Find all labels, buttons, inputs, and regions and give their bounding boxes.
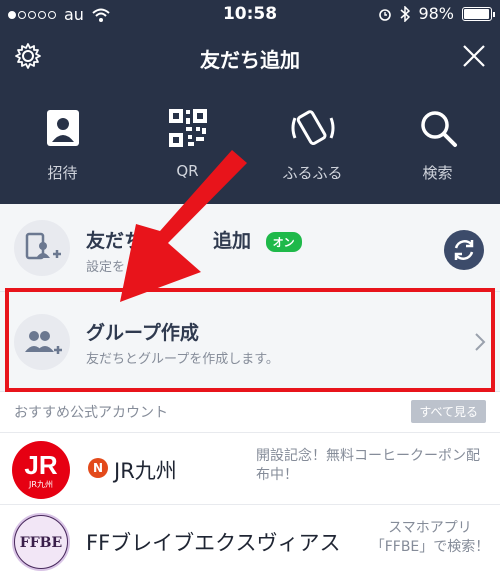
status-bar: au 10:58 98% xyxy=(0,0,500,28)
page-title: 友だち追加 xyxy=(200,48,300,72)
ffbe-logo: FFBE xyxy=(12,513,70,571)
tool-qr[interactable]: QR xyxy=(125,88,250,204)
battery-fill xyxy=(464,8,490,19)
nav-bar: 友だち追加 xyxy=(0,28,500,88)
battery-icon xyxy=(462,6,495,21)
shake-icon xyxy=(291,110,334,146)
battery-percent: 98% xyxy=(418,4,454,23)
account-row-jr[interactable]: JR JR九州 N JR九州 開設記念！無料コーヒークーポン配布中！ xyxy=(0,432,500,504)
account-row-ffbe[interactable]: FFBE FFブレイブエクスヴィアス スマホアプリ 「FFBE」で検索！ xyxy=(0,504,500,572)
highlight-box xyxy=(5,288,495,392)
auto-add-friends-row[interactable]: 友だち 追加 オン 設定を xyxy=(0,204,500,292)
tool-shake[interactable]: ふるふる xyxy=(250,88,375,204)
recommended-header: おすすめ公式アカウント すべて見る xyxy=(0,394,500,428)
invite-icon xyxy=(46,110,79,146)
tool-search[interactable]: 検索 xyxy=(375,88,500,204)
jr-logo: JR JR九州 xyxy=(12,441,70,499)
account-name: FFブレイブエクスヴィアス xyxy=(86,531,341,555)
tool-invite[interactable]: 招待 xyxy=(0,88,125,204)
bluetooth-icon xyxy=(400,5,411,22)
auto-add-subtitle: 設定を xyxy=(86,260,126,275)
add-method-toolbar: 招待 QR ふるふる 検索 xyxy=(0,88,500,204)
toggle-on-badge: オン xyxy=(265,231,302,252)
svg-text:FFBE: FFBE xyxy=(20,535,62,551)
alarm-icon xyxy=(379,8,392,21)
tool-label: 検索 xyxy=(422,164,453,182)
auto-add-title: 友だち 追加 オン xyxy=(86,226,302,253)
new-badge: N xyxy=(88,458,108,478)
account-name: JR九州 xyxy=(114,459,177,483)
tool-label: ふるふる xyxy=(282,164,343,182)
tool-label: 招待 xyxy=(47,164,78,182)
refresh-icon xyxy=(454,240,474,260)
status-right: 98% xyxy=(378,4,495,23)
sync-button[interactable] xyxy=(444,230,484,270)
see-all-button[interactable]: すべて見る xyxy=(411,400,486,423)
svg-text:JR九州: JR九州 xyxy=(28,480,53,489)
account-description: 開設記念！無料コーヒークーポン配布中！ xyxy=(256,448,480,483)
account-description: スマホアプリ 「FFBE」で検索！ xyxy=(370,520,490,555)
auto-add-icon xyxy=(14,220,70,276)
close-icon[interactable] xyxy=(462,44,486,68)
search-icon xyxy=(420,111,457,147)
svg-text:JR: JR xyxy=(24,450,57,480)
tool-label: QR xyxy=(176,162,199,180)
qr-code-icon xyxy=(168,109,207,147)
recommended-title: おすすめ公式アカウント xyxy=(14,405,168,421)
